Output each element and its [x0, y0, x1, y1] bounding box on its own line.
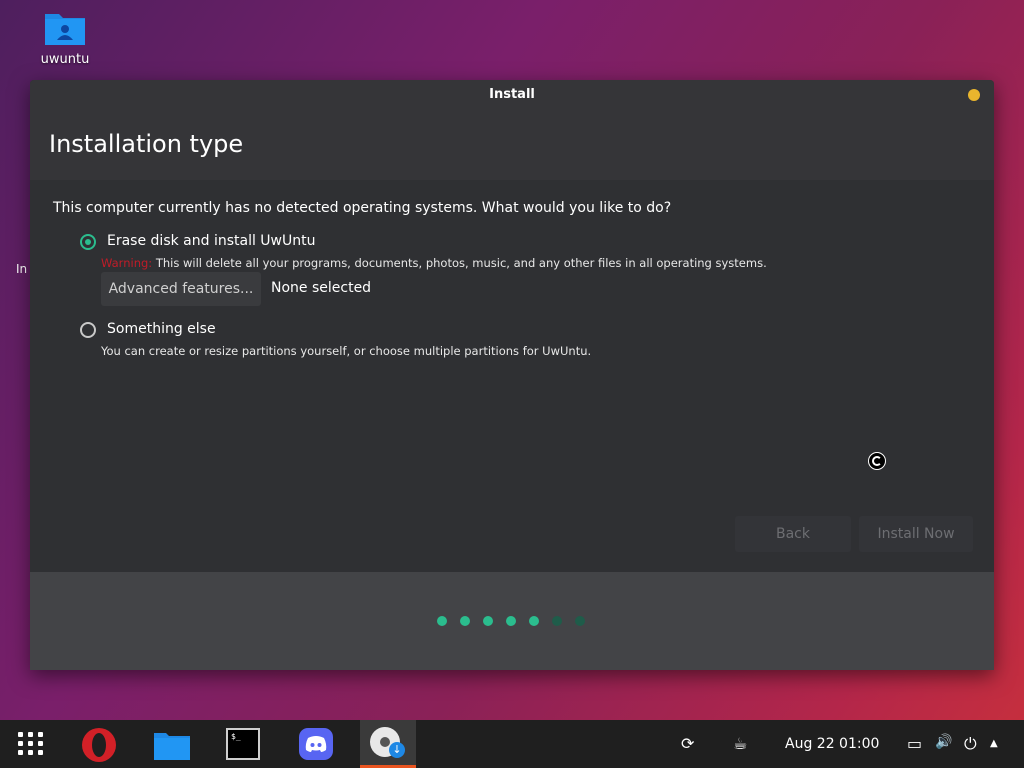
- download-badge-icon: ↓: [389, 742, 405, 758]
- clock[interactable]: Aug 22 01:00: [785, 736, 879, 752]
- volume-icon[interactable]: 🔊: [935, 734, 952, 750]
- apps-grid-icon[interactable]: [18, 732, 46, 758]
- warning-label: Warning:: [101, 256, 153, 270]
- progress-dot-inactive: [575, 616, 585, 626]
- progress-dot-inactive: [552, 616, 562, 626]
- option-something-else-label: Something else: [107, 321, 216, 337]
- advanced-features-status: None selected: [271, 280, 372, 296]
- page-title: Installation type: [49, 130, 244, 158]
- install-now-button[interactable]: Install Now: [859, 516, 973, 552]
- tray-menu-icon[interactable]: ▲: [990, 738, 998, 749]
- progress-dot-active: [506, 616, 516, 626]
- progress-dot-active: [483, 616, 493, 626]
- progress-footer: [30, 572, 994, 670]
- radio-something-else[interactable]: [80, 322, 96, 338]
- folder-icon: [44, 10, 86, 46]
- warning-text: This will delete all your programs, docu…: [155, 256, 767, 270]
- progress-dot-active: [529, 616, 539, 626]
- power-icon[interactable]: ⏻: [964, 734, 977, 754]
- taskbar: $_ ↓ ⟳ ☕ Aug 22 01:00 ▭ 🔊 ⏻ ▲: [0, 720, 1024, 768]
- page-header: Installation type: [30, 110, 994, 180]
- installer-window: Install Installation type This computer …: [30, 80, 994, 670]
- option-erase-disk-description: Warning: This will delete all your progr…: [101, 256, 767, 270]
- question-text: This computer currently has no detected …: [53, 200, 672, 216]
- discord-icon[interactable]: [299, 728, 333, 760]
- screen-icon[interactable]: ▭: [907, 734, 922, 753]
- refresh-icon[interactable]: ⟳: [681, 734, 694, 753]
- window-control-dot[interactable]: [968, 89, 980, 101]
- radio-erase-disk[interactable]: [80, 234, 96, 250]
- option-erase-disk-label: Erase disk and install UwUntu: [107, 233, 316, 249]
- opera-icon[interactable]: [82, 728, 116, 762]
- option-something-else-description: You can create or resize partitions your…: [101, 344, 592, 358]
- desktop-home-folder[interactable]: uwuntu: [30, 10, 100, 67]
- desktop-edge-text: In: [16, 262, 28, 276]
- terminal-icon[interactable]: $_: [226, 728, 260, 760]
- window-titlebar[interactable]: Install: [30, 80, 994, 110]
- busy-cursor-icon: [868, 452, 886, 470]
- back-button[interactable]: Back: [735, 516, 851, 552]
- window-title: Install: [489, 87, 535, 102]
- files-icon[interactable]: [154, 730, 190, 760]
- desktop-icon-label: uwuntu: [40, 52, 90, 67]
- installer-taskbar-button[interactable]: ↓: [360, 720, 416, 768]
- progress-dot-active: [460, 616, 470, 626]
- caffeine-icon[interactable]: ☕: [733, 734, 747, 753]
- installation-type-panel: This computer currently has no detected …: [30, 180, 994, 572]
- advanced-features-button[interactable]: Advanced features...: [101, 272, 261, 306]
- progress-dot-active: [437, 616, 447, 626]
